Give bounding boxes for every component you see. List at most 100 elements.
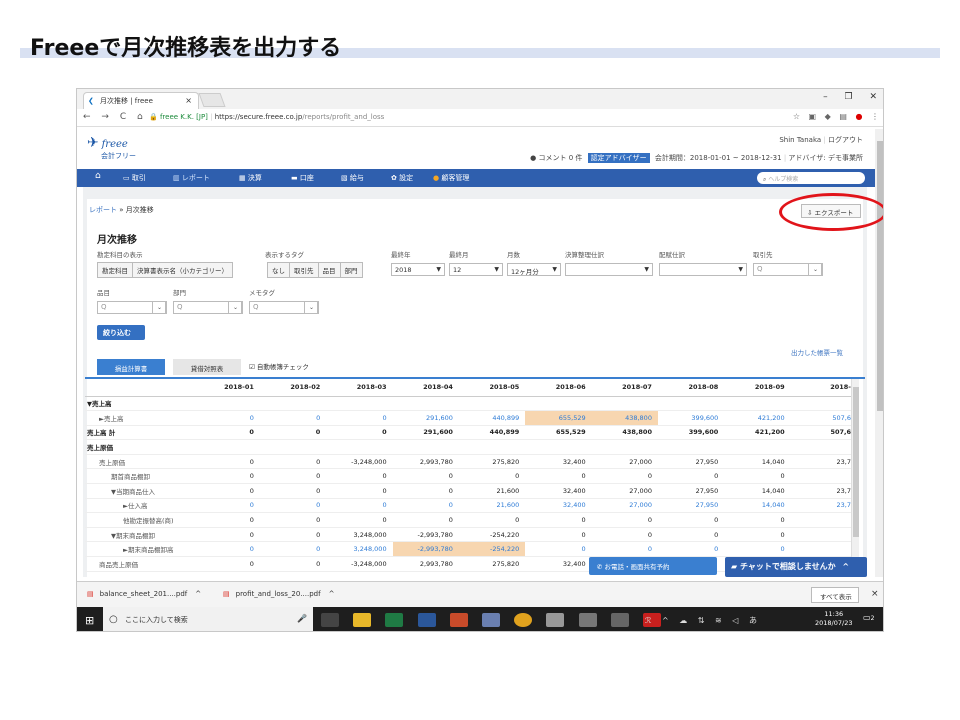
comment-count[interactable]: コメント 0 件 — [539, 154, 583, 162]
windows-start-icon[interactable]: ⊞ — [85, 614, 94, 627]
chat-button[interactable]: ▰ チャットで相談しませんか ^ — [725, 557, 867, 577]
table-cell[interactable]: 655,529 — [525, 410, 592, 426]
freee-logo[interactable]: ✈ freee 会計フリー — [87, 135, 136, 161]
show-all-button[interactable]: すべて表示 — [811, 587, 859, 603]
wifi-icon[interactable]: ≋ — [715, 616, 722, 625]
table-scroll-thumb[interactable] — [853, 387, 859, 537]
reload-button[interactable]: C — [120, 112, 126, 122]
chevron-down-icon[interactable]: ⌄ — [228, 301, 242, 314]
app-icon[interactable] — [546, 613, 565, 627]
table-cell[interactable]: 32,400 — [525, 498, 592, 514]
task-view-icon[interactable] — [321, 613, 339, 627]
memo-search[interactable]: Q ⌄ — [249, 301, 319, 314]
home-button[interactable]: ⌂ — [137, 112, 143, 122]
table-cell[interactable]: 0 — [259, 541, 327, 558]
download-item[interactable]: ▤ balance_sheet_201....pdf ^ — [87, 590, 201, 598]
row-label[interactable]: ▼期末商品棚卸 — [85, 527, 194, 543]
end-year-select[interactable]: 2018 ▼ — [391, 263, 445, 276]
table-cell[interactable]: 14,040 — [724, 498, 791, 514]
item-search[interactable]: Q ⌄ — [97, 301, 167, 314]
app-icon[interactable] — [481, 613, 500, 627]
nav-reports[interactable]: ▥ レポート — [173, 173, 210, 183]
table-cell[interactable]: 438,800 — [591, 410, 658, 426]
forward-button[interactable]: → — [101, 112, 109, 122]
extension-icon[interactable]: ◆ — [825, 112, 831, 121]
months-select[interactable]: 12ヶ月分 ▼ — [507, 263, 561, 276]
table-cell[interactable]: 0 — [193, 410, 260, 426]
notification-icon[interactable]: ▭2 — [863, 613, 877, 627]
nav-settings[interactable]: ✿ 設定 — [391, 173, 413, 183]
table-cell[interactable]: 0 — [724, 541, 791, 558]
clock[interactable]: 11:36 2018/07/23 — [815, 610, 852, 628]
network-icon[interactable]: ⇅ — [698, 616, 705, 625]
chevron-up-icon[interactable]: ^ — [662, 616, 669, 625]
logout-link[interactable]: ログアウト — [828, 136, 863, 144]
table-cell[interactable]: 0 — [193, 541, 260, 558]
nav-accounts[interactable]: ▬ 口座 — [291, 173, 314, 183]
opt-dept[interactable]: 部門 — [339, 262, 363, 278]
advisor-name[interactable]: アドバイザ: デモ事業所 — [788, 154, 863, 162]
file-explorer-icon[interactable] — [353, 613, 372, 627]
powerpoint-icon[interactable] — [449, 613, 468, 627]
opt-display-name[interactable]: 決算書表示名（小カテゴリー） — [132, 262, 233, 278]
table-scrollbar[interactable] — [851, 379, 859, 573]
browser-tab[interactable]: ❮ 月次推移 | freee × — [83, 92, 199, 109]
table-cell[interactable]: -254,220 — [458, 541, 526, 558]
table-cell[interactable] — [790, 541, 857, 558]
table-cell[interactable]: 291,600 — [392, 410, 459, 426]
home-icon[interactable]: ⌂ — [95, 171, 101, 181]
app-icon[interactable] — [610, 613, 629, 627]
table-cell[interactable]: 23,7 — [790, 498, 857, 514]
nav-payroll[interactable]: ▧ 給与 — [341, 173, 364, 183]
table-cell[interactable]: 421,200 — [724, 410, 791, 426]
alloc-select[interactable]: ▼ — [659, 263, 747, 276]
table-cell[interactable]: 0 — [326, 410, 393, 426]
table-cell[interactable]: 0 — [657, 541, 725, 558]
partner-search[interactable]: Q ⌄ — [753, 263, 823, 276]
chevron-up-icon[interactable]: ^ — [195, 590, 201, 598]
close-downloads-button[interactable]: × — [871, 589, 879, 599]
opt-account[interactable]: 勘定科目 — [97, 262, 133, 278]
taskbar-search-input[interactable]: ○ ここに入力して検索 🎤 — [103, 607, 313, 631]
row-label[interactable]: ►仕入高 — [85, 498, 194, 514]
table-cell[interactable]: 27,000 — [591, 498, 658, 514]
table-cell[interactable]: 0 — [525, 541, 592, 558]
menu-icon[interactable]: ⋮ — [871, 112, 879, 121]
nav-deals[interactable]: ▭ 取引 — [123, 173, 146, 183]
table-cell[interactable]: 0 — [392, 498, 459, 514]
help-search-input[interactable]: ⌕ ヘルプ検索 — [757, 172, 865, 184]
row-label[interactable]: ►売上高 — [85, 410, 194, 426]
end-month-select[interactable]: 12 ▼ — [449, 263, 503, 276]
tab-balance-sheet[interactable]: 貸借対照表 — [173, 359, 241, 375]
table-cell[interactable]: 0 — [326, 498, 393, 514]
adjust-select[interactable]: ▼ — [565, 263, 653, 276]
table-cell[interactable]: 399,600 — [657, 410, 725, 426]
output-list-link[interactable]: 出力した帳票一覧 — [791, 347, 843, 357]
cloud-icon[interactable]: ☁ — [679, 616, 687, 625]
extension-icon[interactable]: ● — [855, 112, 862, 121]
table-cell[interactable]: 0 — [259, 498, 327, 514]
volume-icon[interactable]: ◁ — [732, 616, 738, 625]
microphone-icon[interactable]: 🎤 — [297, 614, 307, 623]
app-icon[interactable] — [578, 613, 597, 627]
row-label[interactable]: ▼当期商品仕入 — [85, 483, 194, 499]
table-cell[interactable]: 3,248,000 — [326, 541, 393, 558]
phone-reservation-button[interactable]: ✆ お電話・画面共有予約 — [589, 557, 717, 575]
row-label[interactable]: ►期末商品棚卸高 — [85, 541, 194, 558]
extension-icon[interactable]: ▣ — [809, 112, 817, 121]
opt-partner[interactable]: 取引先 — [289, 262, 319, 278]
table-cell[interactable]: 21,600 — [458, 498, 526, 514]
table-cell[interactable]: 440,899 — [458, 410, 526, 426]
download-item[interactable]: ▤ profit_and_loss_20....pdf ^ — [223, 590, 334, 598]
chrome-icon[interactable] — [514, 613, 533, 627]
word-icon[interactable] — [417, 613, 436, 627]
url-field[interactable]: 🔒 freee K.K. [JP] | https://secure.freee… — [149, 111, 749, 125]
ime-icon[interactable]: あ — [749, 616, 757, 625]
chevron-up-icon[interactable]: ^ — [329, 590, 335, 598]
nav-closing[interactable]: ▦ 決算 — [239, 173, 262, 183]
page-scroll-thumb[interactable] — [877, 141, 883, 411]
dept-search[interactable]: Q ⌄ — [173, 301, 243, 314]
chevron-down-icon[interactable]: ⌄ — [152, 301, 166, 314]
user-name[interactable]: Shin Tanaka — [779, 136, 821, 144]
minimize-button[interactable]: – — [823, 92, 828, 102]
